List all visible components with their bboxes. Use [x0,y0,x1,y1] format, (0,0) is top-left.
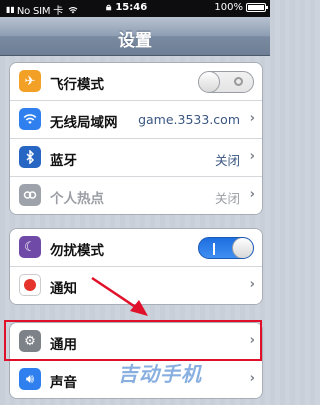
watermark-logo: 吉动手机 [118,362,202,386]
general-highlight-box [4,320,262,361]
